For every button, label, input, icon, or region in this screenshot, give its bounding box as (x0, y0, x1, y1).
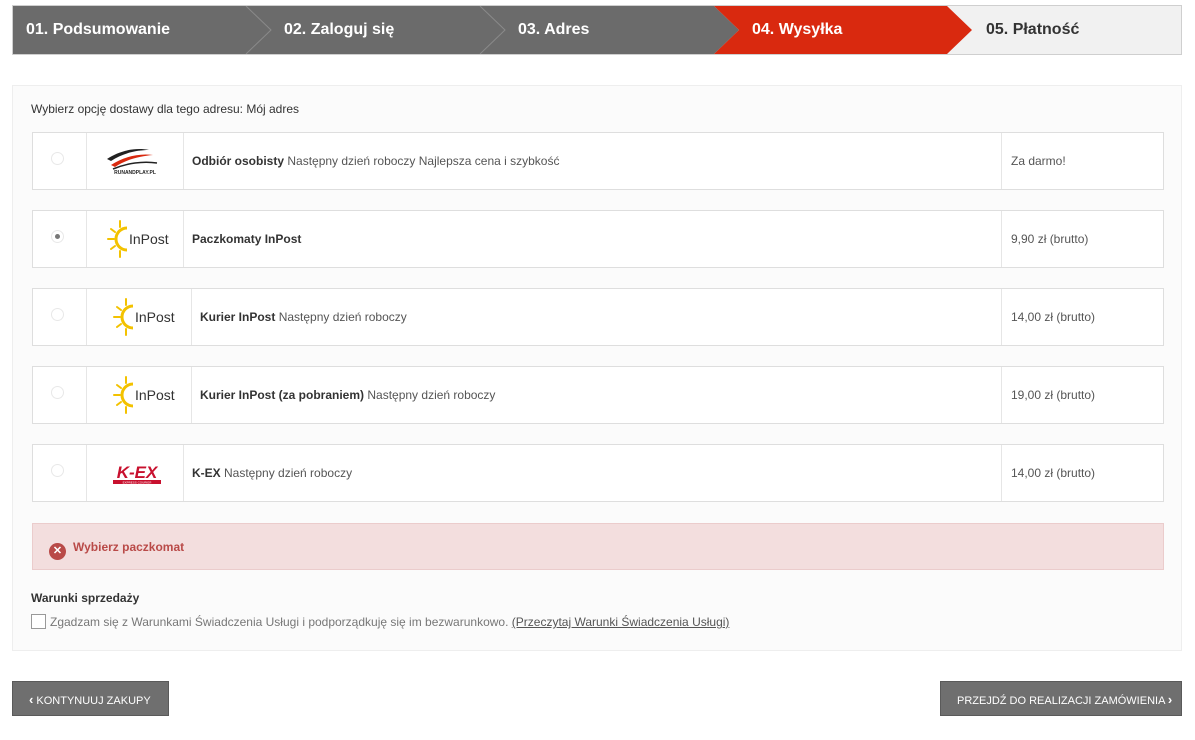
delivery-option-paczkomaty[interactable]: InPost Paczkomaty InPost 9,90 zł (brutto… (32, 210, 1164, 268)
checkout-steps: 01. Podsumowanie 02. Zaloguj się 03. Adr… (12, 5, 1182, 55)
terms-link[interactable]: (Przeczytaj Warunki Świadczenia Usługi) (512, 615, 730, 629)
option-price: 9,90 zł (brutto) (1001, 211, 1164, 267)
delivery-panel: Wybierz opcję dostawy dla tego adresu: M… (12, 85, 1182, 651)
runandplay-logo: RUNANDPLAY.PL (87, 133, 184, 189)
chevron-left-icon: ‹ (29, 692, 34, 707)
terms-checkbox[interactable] (31, 614, 46, 630)
option-name: Kurier InPost (za pobraniem) (200, 388, 365, 402)
radio-kurier-inpost-cod[interactable] (51, 386, 64, 399)
svg-text:InPost: InPost (135, 387, 175, 403)
delivery-option-kurier-inpost-cod[interactable]: InPost Kurier InPost (za pobraniem) Nast… (32, 366, 1164, 424)
inpost-logo: InPost (87, 367, 192, 423)
delivery-option-pickup[interactable]: RUNANDPLAY.PL Odbiór osobisty Następny d… (32, 132, 1164, 190)
svg-text:K-EX: K-EX (117, 463, 159, 482)
svg-text:InPost: InPost (135, 309, 175, 325)
option-detail: Następny dzień roboczy Najlepsza cena i … (284, 154, 560, 168)
step-summary[interactable]: 01. Podsumowanie (26, 6, 170, 54)
delivery-option-kex[interactable]: K-EX EXPRESS COURIER K-EX Następny dzień… (32, 444, 1164, 502)
option-detail: Następny dzień roboczy (364, 388, 496, 402)
terms-row: Zgadzam się z Warunkami Świadczenia Usłu… (31, 614, 729, 630)
radio-pickup[interactable] (51, 152, 64, 165)
continue-shopping-label: KONTYNUUJ ZAKUPY (36, 695, 151, 707)
radio-kex[interactable] (51, 464, 64, 477)
proceed-label: PRZEJDŹ DO REALIZACJI ZAMÓWIENIA (957, 695, 1165, 707)
step-shipping: 04. Wysyłka (752, 21, 843, 38)
svg-text:InPost: InPost (129, 231, 169, 247)
error-alert: ✕ Wybierz paczkomat (32, 523, 1164, 570)
close-circle-icon: ✕ (49, 543, 66, 560)
option-detail: Następny dzień roboczy (220, 466, 353, 480)
radio-kurier-inpost[interactable] (51, 308, 64, 321)
kex-logo: K-EX EXPRESS COURIER (87, 445, 184, 501)
step-address[interactable]: 03. Adres (518, 6, 589, 54)
option-price: 14,00 zł (brutto) (1001, 289, 1164, 345)
radio-paczkomaty[interactable] (51, 230, 64, 243)
svg-text:EXPRESS COURIER: EXPRESS COURIER (123, 481, 153, 485)
option-name: Odbiór osobisty (192, 154, 285, 168)
inpost-logo: InPost (87, 289, 192, 345)
option-detail: Następny dzień roboczy (275, 310, 407, 324)
svg-text:RUNANDPLAY.PL: RUNANDPLAY.PL (114, 170, 156, 176)
step-payment: 05. Płatność (986, 21, 1080, 38)
option-price: 14,00 zł (brutto) (1001, 445, 1164, 501)
terms-text: Zgadzam się z Warunkami Świadczenia Usłu… (50, 614, 509, 629)
step-login[interactable]: 02. Zaloguj się (284, 6, 394, 54)
proceed-to-checkout-button[interactable]: PRZEJDŹ DO REALIZACJI ZAMÓWIENIA › (940, 681, 1182, 716)
chevron-right-icon: › (1167, 692, 1173, 707)
option-name: Paczkomaty InPost (192, 232, 302, 246)
continue-shopping-button[interactable]: ‹ KONTYNUUJ ZAKUPY (12, 681, 169, 716)
terms-title: Warunki sprzedaży (31, 591, 140, 605)
delivery-option-kurier-inpost[interactable]: InPost Kurier InPost Następny dzień robo… (32, 288, 1164, 346)
error-message: Wybierz paczkomat (73, 540, 185, 554)
inpost-logo: InPost (87, 211, 184, 267)
delivery-intro: Wybierz opcję dostawy dla tego adresu: M… (31, 102, 300, 116)
option-name: Kurier InPost (200, 310, 276, 324)
option-price: Za darmo! (1001, 133, 1164, 189)
option-name: K-EX (192, 466, 221, 480)
option-price: 19,00 zł (brutto) (1001, 367, 1164, 423)
